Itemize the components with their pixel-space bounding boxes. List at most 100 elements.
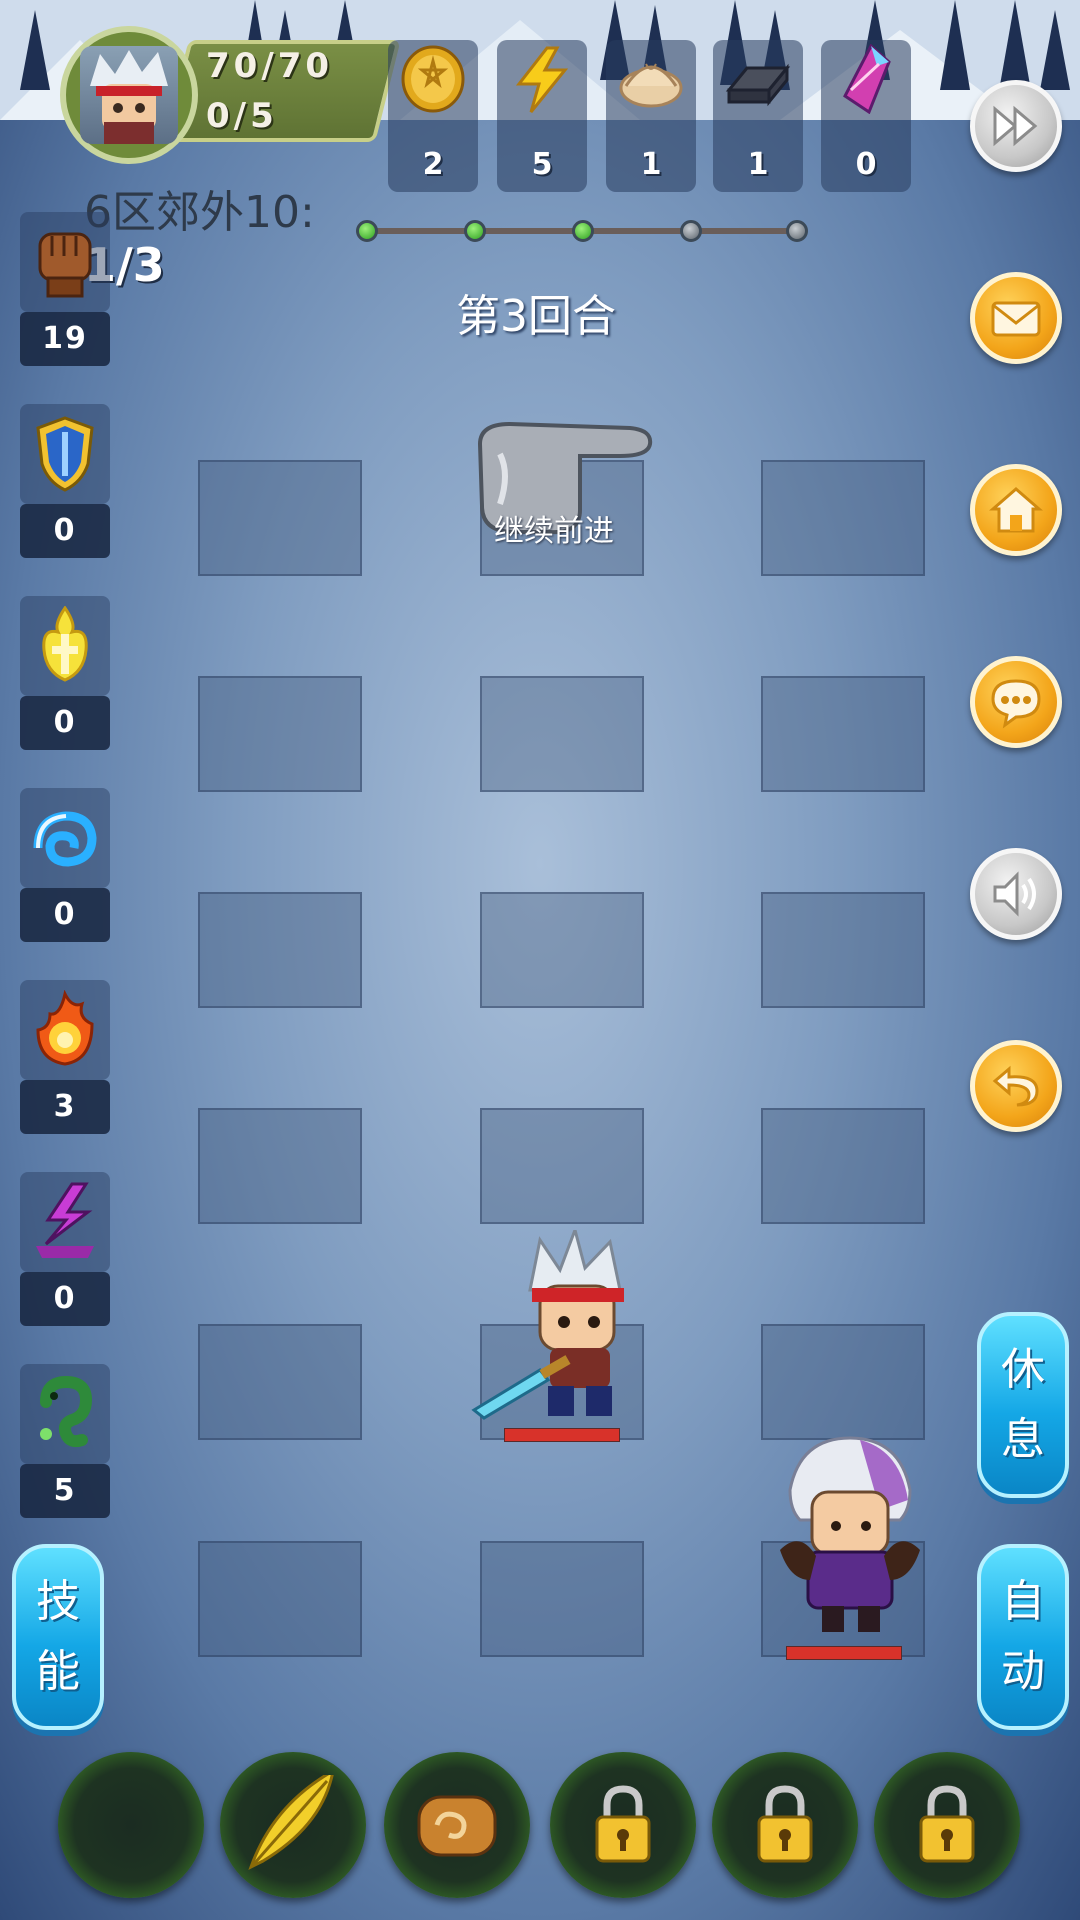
- stat-poison-value: 5: [20, 1464, 110, 1518]
- holy-flame-icon: [42, 606, 88, 682]
- stat-fist-value: 19: [20, 312, 110, 366]
- hero-portrait-icon: [90, 50, 168, 144]
- chat-button[interactable]: [970, 656, 1062, 748]
- continue-hint-label: 继续前进: [494, 514, 614, 549]
- resource-dumpling: 1: [606, 40, 696, 192]
- stat-holy-value: 0: [20, 696, 110, 750]
- stat-lightning-value: 0: [20, 1272, 110, 1326]
- item-slot-bread[interactable]: [384, 1752, 530, 1898]
- hero-character[interactable]: [470, 1225, 670, 1450]
- grid-cell[interactable]: [480, 676, 644, 792]
- stat-shield-value: 0: [20, 504, 110, 558]
- home-button[interactable]: [970, 464, 1062, 556]
- progress-dot: [572, 220, 594, 242]
- fast-forward-button[interactable]: [970, 80, 1062, 172]
- auto-button[interactable]: 自 动: [977, 1544, 1069, 1730]
- water-wave-icon: [33, 811, 97, 867]
- fire-icon: [36, 990, 94, 1066]
- stage-title: 6区郊外10:: [84, 187, 315, 238]
- progress-dot: [356, 220, 378, 242]
- purple-crystal-icon: [843, 44, 891, 114]
- grid-cell[interactable]: [198, 1541, 362, 1657]
- enemy-character[interactable]: [760, 1430, 940, 1660]
- grid-cell[interactable]: [198, 1108, 362, 1224]
- resource-coin-value: 2: [422, 147, 444, 182]
- hero-swordsman-icon: [471, 1225, 624, 1420]
- skill-label-1: 技: [36, 1576, 80, 1627]
- lock-icon: [919, 1785, 975, 1863]
- resource-iron: 1: [713, 40, 803, 192]
- resource-dumpling-value: 1: [640, 147, 662, 182]
- resource-lightning: 5: [497, 40, 587, 192]
- grid-cell[interactable]: [198, 676, 362, 792]
- lightning-bolt-icon: [515, 46, 569, 113]
- rest-button[interactable]: 休 息: [977, 1312, 1069, 1498]
- mail-icon: [991, 301, 1041, 337]
- lock-icon: [595, 1785, 651, 1863]
- grid-cell[interactable]: [761, 892, 925, 1008]
- resource-crystal-value: 0: [855, 147, 877, 182]
- enemy-mage-icon: [780, 1436, 920, 1632]
- stat-shield[interactable]: 0: [20, 404, 110, 562]
- skill-button[interactable]: 技 能: [12, 1544, 104, 1730]
- auto-label-2: 动: [1001, 1646, 1045, 1697]
- bread-roll-icon: [417, 1795, 497, 1857]
- item-slot-locked[interactable]: [712, 1752, 858, 1898]
- shield-icon: [36, 416, 94, 492]
- resource-lightning-value: 5: [531, 147, 553, 182]
- golden-feather-icon: [248, 1775, 334, 1871]
- lock-icon: [757, 1785, 813, 1863]
- poison-worm-icon: [40, 1375, 93, 1448]
- chat-bubble-icon: [991, 679, 1041, 729]
- return-arrow-icon: [992, 1065, 1039, 1107]
- resource-coin: 2: [388, 40, 478, 192]
- fist-icon: [38, 232, 92, 298]
- home-icon: [988, 487, 1044, 533]
- speaker-icon: [993, 871, 1036, 917]
- stat-fire-value: 3: [20, 1080, 110, 1134]
- grid-cell[interactable]: [198, 460, 362, 576]
- gold-star-coin-icon: [401, 45, 465, 113]
- resource-crystal: 0: [821, 40, 911, 192]
- item-slot-feather[interactable]: [220, 1752, 366, 1898]
- item-slot-locked[interactable]: [874, 1752, 1020, 1898]
- enemy-hp-bar: [786, 1646, 902, 1660]
- rest-label-1: 休: [1001, 1344, 1045, 1395]
- continue-hint[interactable]: 继续前进: [470, 414, 660, 549]
- grid-cell[interactable]: [761, 1324, 925, 1440]
- resource-iron-value: 1: [747, 147, 769, 182]
- round-label: 第3回合: [456, 291, 616, 342]
- skill-label-2: 能: [36, 1646, 80, 1697]
- auto-label-1: 自: [1001, 1576, 1045, 1627]
- item-slot-locked[interactable]: [550, 1752, 696, 1898]
- grid-cell[interactable]: [480, 892, 644, 1008]
- stat-fist[interactable]: 19: [20, 212, 110, 370]
- iron-ingot-icon: [725, 63, 791, 107]
- grid-cell[interactable]: [761, 460, 925, 576]
- fast-forward-icon: [993, 105, 1038, 147]
- rest-label-2: 息: [1001, 1414, 1045, 1465]
- progress-dot: [464, 220, 486, 242]
- stat-water-value: 0: [20, 888, 110, 942]
- sound-button[interactable]: [970, 848, 1062, 940]
- mail-button[interactable]: [970, 272, 1062, 364]
- grid-cell[interactable]: [198, 1324, 362, 1440]
- hp-value: 70/70: [206, 46, 334, 86]
- progress-dot: [786, 220, 808, 242]
- dumpling-icon: [619, 63, 683, 108]
- stat-water[interactable]: 0: [20, 788, 110, 946]
- lightning-rune-icon: [36, 1182, 94, 1258]
- grid-cell[interactable]: [198, 892, 362, 1008]
- item-slot-empty[interactable]: [58, 1752, 204, 1898]
- hero-hp-bar: [504, 1428, 620, 1442]
- grid-cell[interactable]: [480, 1108, 644, 1224]
- grid-cell[interactable]: [480, 1541, 644, 1657]
- stat-poison[interactable]: 5: [20, 1364, 110, 1522]
- player-avatar[interactable]: [60, 26, 198, 164]
- stat-fire[interactable]: 3: [20, 980, 110, 1138]
- return-button[interactable]: [970, 1040, 1062, 1132]
- stat-lightning[interactable]: 0: [20, 1172, 110, 1330]
- grid-cell[interactable]: [761, 676, 925, 792]
- stat-holy[interactable]: 0: [20, 596, 110, 754]
- grid-cell[interactable]: [761, 1108, 925, 1224]
